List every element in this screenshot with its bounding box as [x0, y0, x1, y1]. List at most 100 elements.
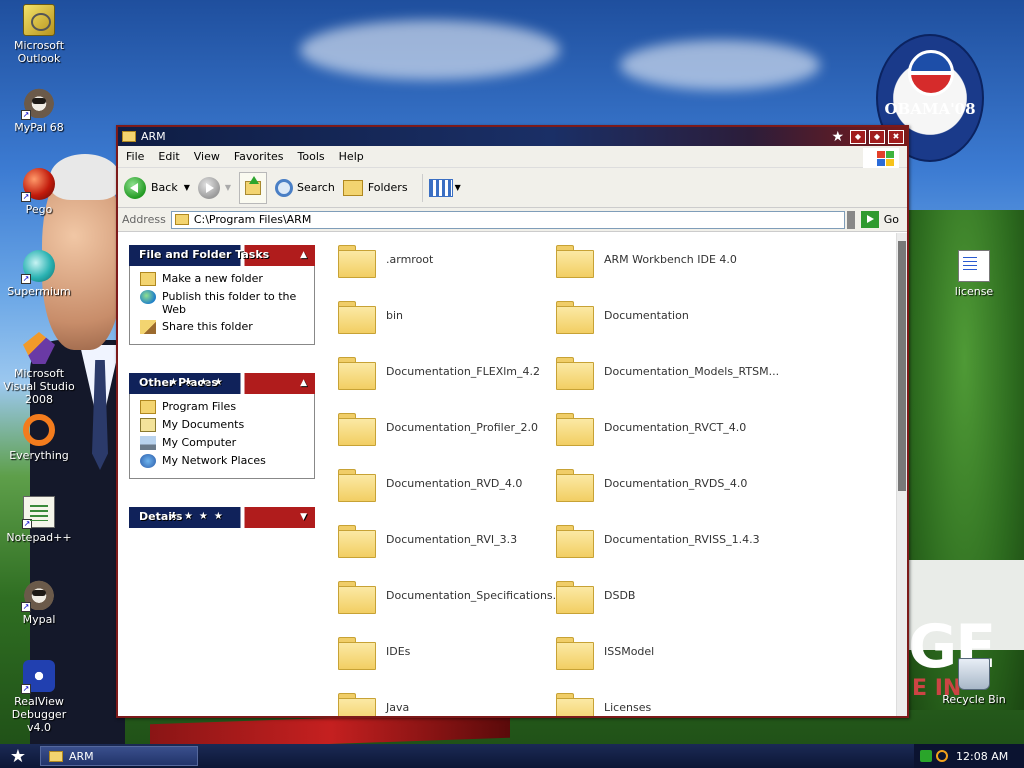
- desktop-icon-everything[interactable]: Everything: [0, 414, 78, 462]
- folder-label: Documentation_RVCT_4.0: [604, 420, 747, 434]
- search-button[interactable]: Search: [275, 178, 335, 197]
- desktop-icon-license[interactable]: license: [935, 250, 1013, 298]
- address-input[interactable]: C:\Program Files\ARM: [170, 210, 845, 229]
- task-make-folder[interactable]: Make a new folder: [140, 272, 306, 286]
- folder-item[interactable]: Documentation: [556, 295, 689, 335]
- folder-item[interactable]: ARM Workbench IDE 4.0: [556, 239, 737, 279]
- maximize-button[interactable]: ◆: [869, 129, 885, 144]
- folder-icon: [556, 298, 594, 334]
- toolbar-separator: [421, 173, 423, 202]
- forward-button[interactable]: ▼: [197, 176, 231, 199]
- window-title: ARM: [141, 130, 166, 143]
- place-network[interactable]: My Network Places: [140, 454, 306, 468]
- menu-tools[interactable]: Tools: [298, 150, 325, 163]
- task-label: Publish this folder to the Web: [162, 290, 297, 316]
- desktop-icon-label: Mypal: [22, 613, 56, 626]
- menu-file[interactable]: File: [126, 150, 144, 163]
- folders-button[interactable]: Folders: [342, 179, 408, 196]
- panel-header[interactable]: File and Folder Tasks ▲: [129, 245, 315, 266]
- chevron-up-icon[interactable]: ▲: [300, 373, 307, 393]
- everything-icon: [23, 414, 55, 446]
- panel-header[interactable]: Details ★★★★ ▼: [129, 507, 315, 528]
- folder-item[interactable]: Documentation_RVISS_1.4.3: [556, 519, 760, 559]
- vertical-scrollbar[interactable]: [896, 233, 907, 716]
- folder-item[interactable]: Documentation_RVDS_4.0: [556, 463, 747, 503]
- desktop-icon-realview[interactable]: ↗ RealView Debugger v4.0: [0, 660, 78, 734]
- chevron-down-icon[interactable]: ▼: [184, 183, 190, 192]
- chevron-up-icon[interactable]: ▲: [300, 245, 307, 265]
- desktop-icon-recycle-bin[interactable]: Recycle Bin: [935, 658, 1013, 706]
- other-places-panel: Other Places ★★★★ ▲ Program Files My Doc…: [129, 373, 315, 479]
- desktop-icon-label: license: [954, 285, 994, 298]
- desktop-icon-mypal68[interactable]: ↗ MyPal 68: [0, 86, 78, 134]
- cloud: [300, 20, 560, 80]
- views-button[interactable]: ▼: [428, 178, 461, 197]
- folder-item[interactable]: ISSModel: [556, 631, 654, 671]
- panel-header[interactable]: Other Places ★★★★ ▲: [129, 373, 315, 394]
- folder-label: ISSModel: [604, 644, 655, 658]
- task-share-folder[interactable]: Share this folder: [140, 320, 306, 334]
- title-bar[interactable]: ARM ★ ◆ ◆ ✖: [118, 127, 907, 146]
- start-button[interactable]: ★: [0, 744, 36, 768]
- place-program-files[interactable]: Program Files: [140, 400, 306, 414]
- folder-item[interactable]: Documentation_RVCT_4.0: [556, 407, 746, 447]
- folder-label: IDEs: [386, 644, 411, 658]
- desktop-icon-label: Microsoft Visual Studio 2008: [3, 367, 75, 406]
- chevron-down-icon: ▼: [454, 183, 461, 192]
- folder-item[interactable]: Documentation_Models_RTSM...: [556, 351, 779, 391]
- panel-title: File and Folder Tasks: [139, 248, 270, 261]
- close-button[interactable]: ✖: [888, 129, 904, 144]
- folder-item[interactable]: .armroot: [338, 239, 433, 279]
- folder-icon: [122, 131, 136, 142]
- menu-view[interactable]: View: [194, 150, 220, 163]
- folder-icon: [338, 634, 376, 670]
- folder-item[interactable]: Documentation_RVD_4.0: [338, 463, 522, 503]
- folder-item[interactable]: bin: [338, 295, 403, 335]
- taskbar-item-arm[interactable]: ARM: [40, 746, 198, 766]
- task-publish-web[interactable]: Publish this folder to the Web: [140, 290, 306, 316]
- desktop-icon-mypal[interactable]: ↗ Mypal: [0, 578, 78, 626]
- chevron-down-icon[interactable]: ▼: [300, 507, 307, 527]
- tray-search-icon[interactable]: [936, 750, 948, 762]
- back-arrow-icon: [124, 176, 146, 199]
- folder-item[interactable]: Java: [338, 687, 409, 716]
- desktop-icon-pego[interactable]: ↗ Pego: [0, 168, 78, 216]
- folder-item[interactable]: Documentation_FLEXlm_4.2: [338, 351, 540, 391]
- desktop-icon-outlook[interactable]: Microsoft Outlook: [0, 4, 78, 65]
- stars-decoration: ★★★★: [169, 511, 229, 522]
- desktop-icon-notepadpp[interactable]: ↗ Notepad++: [0, 496, 78, 544]
- up-folder-icon: [245, 175, 262, 195]
- explorer-window[interactable]: ARM ★ ◆ ◆ ✖ File Edit View Favorites Too…: [116, 125, 909, 718]
- address-dropdown[interactable]: [846, 210, 855, 229]
- file-folder-tasks-panel: File and Folder Tasks ▲ Make a new folde…: [129, 245, 315, 345]
- place-my-computer[interactable]: My Computer: [140, 436, 306, 450]
- clock[interactable]: 12:08 AM: [956, 750, 1008, 763]
- folder-item[interactable]: Documentation_Specifications...: [338, 575, 563, 615]
- chevron-down-icon[interactable]: ▼: [225, 183, 231, 192]
- go-button[interactable]: Go: [860, 211, 899, 228]
- desktop-icon-label: Supermium: [7, 285, 71, 298]
- tray-network-icon[interactable]: [920, 750, 932, 762]
- menu-edit[interactable]: Edit: [158, 150, 179, 163]
- folder-item[interactable]: IDEs: [338, 631, 410, 671]
- desktop-icon-supermium[interactable]: ↗ Supermium: [0, 250, 78, 298]
- folder-item[interactable]: Licenses: [556, 687, 651, 716]
- folder-item[interactable]: DSDB: [556, 575, 635, 615]
- menu-favorites[interactable]: Favorites: [234, 150, 284, 163]
- file-list: .armroot ARM Workbench IDE 4.0 bin Docum…: [326, 233, 896, 716]
- up-folder-button[interactable]: [239, 171, 268, 204]
- star-icon: ★: [831, 128, 844, 145]
- folder-label: .armroot: [386, 252, 434, 266]
- folder-item[interactable]: Documentation_Profiler_2.0: [338, 407, 538, 447]
- visual-studio-icon: [23, 332, 55, 364]
- desktop-icon-label: MyPal 68: [14, 121, 64, 134]
- address-bar: Address C:\Program Files\ARM Go: [118, 208, 907, 232]
- desktop-icon-visual-studio[interactable]: Microsoft Visual Studio 2008: [0, 332, 78, 406]
- back-button[interactable]: Back ▼: [124, 176, 190, 199]
- minimize-button[interactable]: ◆: [850, 129, 866, 144]
- scrollbar-thumb[interactable]: [898, 241, 906, 491]
- document-icon: [958, 250, 990, 282]
- folder-item[interactable]: Documentation_RVI_3.3: [338, 519, 517, 559]
- place-my-documents[interactable]: My Documents: [140, 418, 306, 432]
- menu-help[interactable]: Help: [339, 150, 364, 163]
